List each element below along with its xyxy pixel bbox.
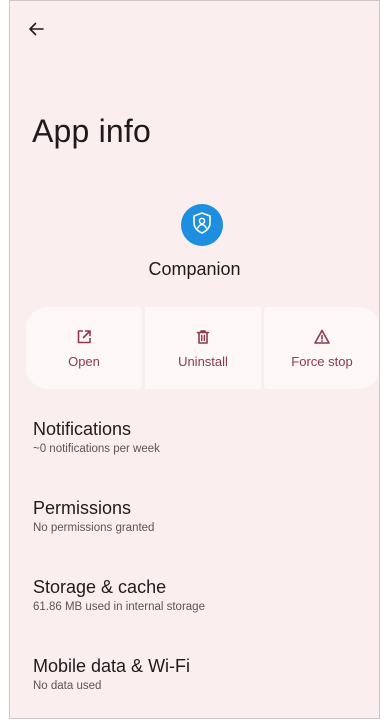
settings-item-subtitle: No data used [33,680,102,692]
settings-item-subtitle: 61.86 MB used in internal storage [33,601,205,613]
back-button[interactable] [24,19,48,43]
uninstall-label: Uninstall [178,353,228,369]
settings-list: Notifications ~0 notifications per week … [33,417,373,718]
settings-item-title: Permissions [33,498,132,518]
page-title: App info [32,113,152,149]
settings-item-permissions[interactable]: Permissions No permissions granted [33,496,373,575]
settings-item-subtitle: ~0 notifications per week [33,443,160,455]
action-bar: Open Uninstall Force stop [26,307,379,389]
settings-item-title: Notifications [33,419,132,439]
settings-item-mobile-data[interactable]: Mobile data & Wi-Fi No data used [33,654,373,718]
trash-icon [194,328,212,346]
warning-icon [313,328,331,346]
settings-item-title: Storage & cache [33,577,167,597]
app-name: Companion [148,259,241,279]
force-stop-label: Force stop [291,353,353,369]
arrow-back-icon [28,21,44,42]
settings-item-subtitle: No permissions granted [33,522,155,534]
open-external-icon [75,328,93,346]
force-stop-button[interactable]: Force stop [264,307,379,389]
shield-person-icon [189,210,215,241]
settings-item-title: Mobile data & Wi-Fi [33,656,191,676]
settings-item-notifications[interactable]: Notifications ~0 notifications per week [33,417,373,496]
settings-item-storage[interactable]: Storage & cache 61.86 MB used in interna… [33,575,373,654]
open-button[interactable]: Open [26,307,142,389]
uninstall-button[interactable]: Uninstall [145,307,261,389]
app-icon [181,204,223,246]
open-label: Open [68,353,100,369]
app-info-screen: App info Companion Open Uninstall Force … [9,0,380,719]
